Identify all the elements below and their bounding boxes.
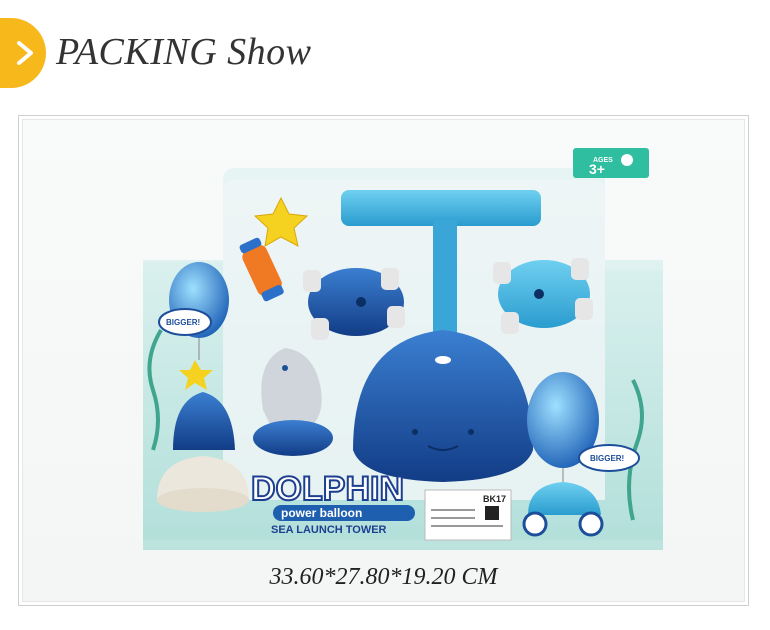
product-photo: AGES 3+ BIGGER! BIGGER! DOLPHIN power ba… [22, 119, 745, 602]
svg-text:power balloon: power balloon [281, 506, 362, 520]
section-header: PACKING Show [0, 18, 770, 90]
svg-text:BIGGER!: BIGGER! [166, 318, 200, 327]
package-dimensions: 33.60*27.80*19.20 CM [269, 564, 498, 590]
chevron-right-icon [0, 18, 46, 88]
svg-text:DOLPHIN: DOLPHIN [251, 470, 404, 508]
svg-text:BIGGER!: BIGGER! [590, 454, 624, 463]
section-title: PACKING Show [56, 31, 312, 73]
svg-text:3+: 3+ [589, 161, 605, 177]
svg-text:SEA LAUNCH TOWER: SEA LAUNCH TOWER [271, 524, 387, 536]
toy-package-image: AGES 3+ BIGGER! BIGGER! DOLPHIN power ba… [143, 148, 663, 550]
product-photo-frame: AGES 3+ BIGGER! BIGGER! DOLPHIN power ba… [18, 115, 749, 606]
svg-text:BK17: BK17 [483, 494, 506, 504]
